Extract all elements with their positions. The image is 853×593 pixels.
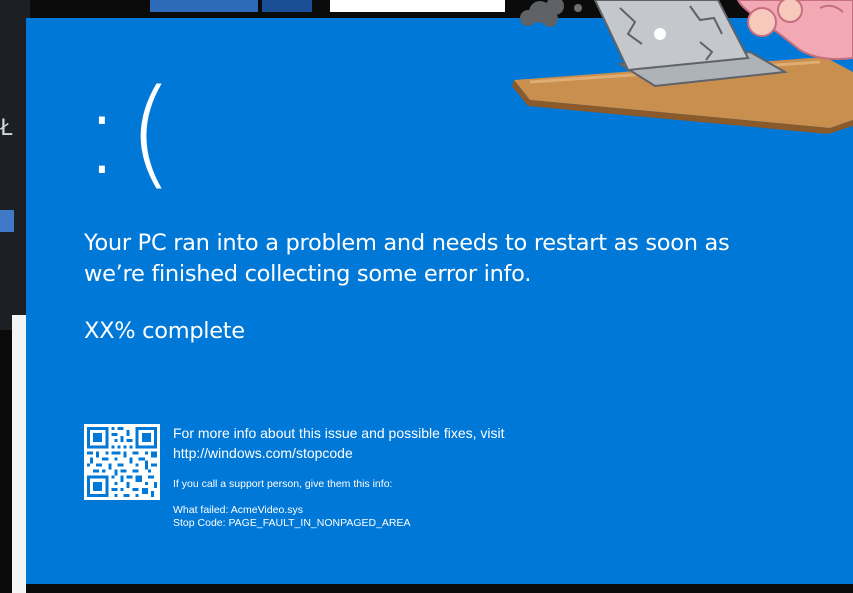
what-failed-text: What failed: AcmeVideo.sys: [173, 504, 303, 516]
screenshot-stage: Ł :( Your PC ran into a problem and need…: [0, 0, 853, 593]
background-window-bottom-left: [12, 315, 26, 593]
background-glyph: Ł: [0, 116, 14, 141]
background-tile: [262, 0, 312, 12]
sad-face-emoticon: :(: [82, 63, 180, 201]
stopcode-link: http://windows.com/stopcode: [173, 445, 353, 461]
error-details: What failed: AcmeVideo.sys Stop Code: PA…: [173, 504, 733, 530]
broken-laptop-icon: [512, 0, 853, 134]
progress-text: XX% complete: [84, 318, 245, 344]
background-tile: [150, 0, 258, 12]
qr-code-icon: [84, 424, 160, 500]
broken-laptop-illustration: [500, 0, 853, 135]
more-info-text: For more info about this issue and possi…: [173, 423, 733, 463]
error-headline-line: Your PC ran into a problem and needs to …: [84, 230, 730, 256]
support-text: If you call a support person, give them …: [173, 478, 393, 490]
background-tile: [330, 0, 505, 12]
stop-code-info: For more info about this issue and possi…: [173, 423, 733, 530]
more-info-line: For more info about this issue and possi…: [173, 425, 505, 441]
stop-code-text: Stop Code: PAGE_FAULT_IN_NONPAGED_AREA: [173, 517, 411, 529]
background-taskbar-strip: [0, 210, 14, 232]
error-headline: Your PC ran into a problem and needs to …: [84, 228, 764, 290]
error-headline-line: we’re finished collecting some error inf…: [84, 261, 532, 287]
